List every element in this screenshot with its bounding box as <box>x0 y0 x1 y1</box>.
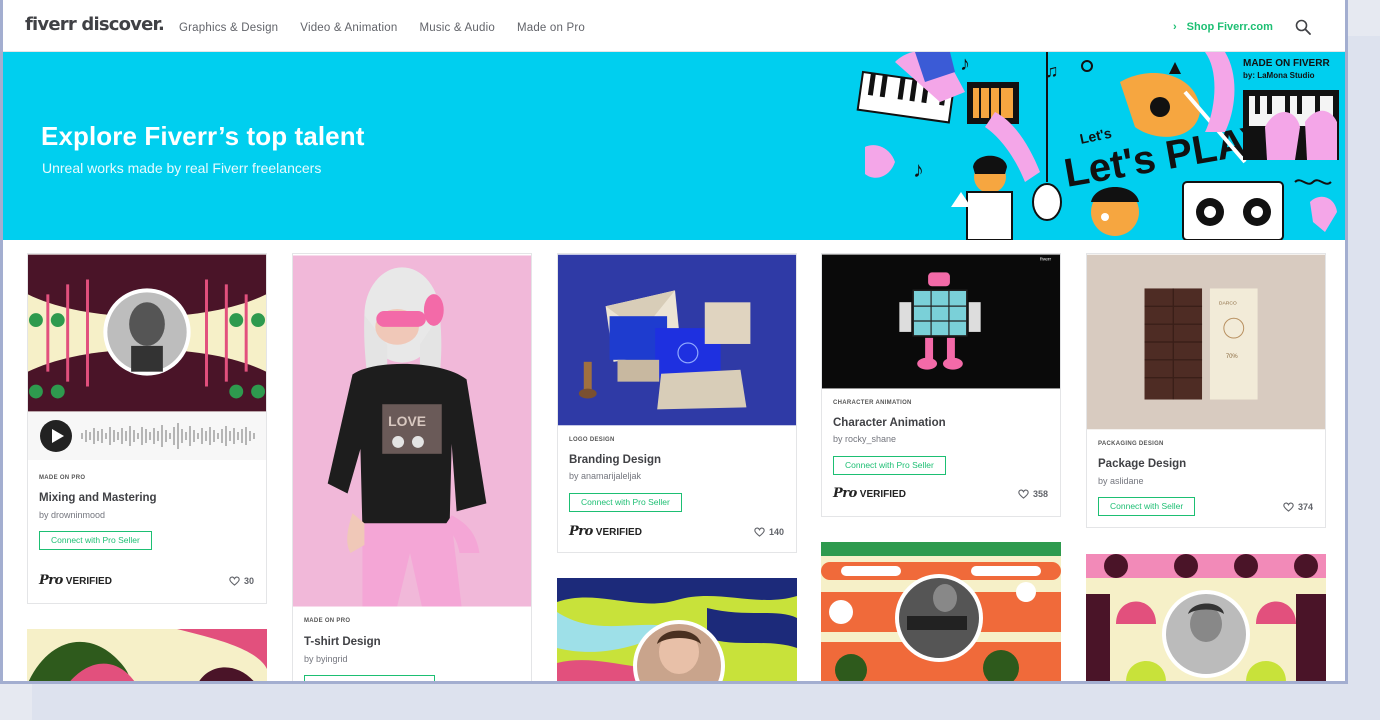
svg-text:LOVE: LOVE <box>388 413 426 429</box>
project-card-mixing[interactable]: MADE ON PRO Mixing and Mastering by drow… <box>27 253 267 604</box>
verified-label: VERIFIED <box>65 576 112 587</box>
card-thumbnail[interactable]: fiverr <box>822 254 1060 389</box>
hero-title: Explore Fiverr’s top talent <box>41 121 365 151</box>
pro-verified-badge: Pro VERIFIED <box>39 573 112 588</box>
heart-icon <box>229 576 240 586</box>
svg-text:fiverr: fiverr <box>1040 257 1051 263</box>
project-card-character-animation[interactable]: fiverr CHARACTER ANIMATION Character Ani… <box>821 253 1061 517</box>
likes-count[interactable]: 374 <box>1283 502 1313 512</box>
badge-subtitle: by: LaMona Studio <box>1243 71 1315 80</box>
waveform[interactable] <box>80 421 260 451</box>
site-header: fiverr discover. Graphics & Design Video… <box>3 0 1345 52</box>
likes-count[interactable]: 358 <box>1018 489 1048 499</box>
heart-icon <box>1018 489 1029 499</box>
svg-text:♪: ♪ <box>960 53 970 75</box>
card-category: PACKAGING DESIGN <box>1098 441 1164 447</box>
pro-verified-badge: Pro VERIFIED <box>833 486 906 501</box>
project-card-branding[interactable]: LOGO DESIGN Branding Design by anamarija… <box>557 253 797 553</box>
heart-icon <box>754 527 765 537</box>
verified-label: VERIFIED <box>859 489 906 500</box>
card-category: CHARACTER ANIMATION <box>833 400 912 406</box>
made-on-fiverr-badge: MADE ON FIVERR by: LaMona Studio <box>1243 58 1330 82</box>
card-author[interactable]: by aslidane <box>1098 476 1144 486</box>
nav-graphics-design[interactable]: Graphics & Design <box>179 22 278 34</box>
likes-count[interactable]: 30 <box>229 576 254 586</box>
card-author[interactable]: by drowninmood <box>39 510 105 520</box>
connect-pro-seller-button[interactable] <box>304 675 435 681</box>
svg-text:DARCO: DARCO <box>1219 300 1237 306</box>
search-icon[interactable] <box>1295 19 1311 35</box>
main-nav: Graphics & Design Video & Animation Musi… <box>179 22 585 34</box>
card-title[interactable]: Character Animation <box>833 417 946 429</box>
project-card-thumbnail-cropped[interactable] <box>1086 554 1326 681</box>
likes-count[interactable]: 140 <box>754 527 784 537</box>
card-thumbnail[interactable] <box>558 254 796 426</box>
likes-value: 374 <box>1297 502 1313 512</box>
page-backdrop-right <box>1348 36 1380 684</box>
likes-value: 140 <box>768 527 784 537</box>
shop-fiverr-label: Shop Fiverr.com <box>1186 21 1273 33</box>
nav-music-audio[interactable]: Music & Audio <box>419 22 494 34</box>
connect-seller-button[interactable]: Connect with Seller <box>1098 497 1196 516</box>
shop-fiverr-link[interactable]: › Shop Fiverr.com <box>1173 21 1273 33</box>
chevron-right-icon: › <box>1173 21 1177 33</box>
verified-label: VERIFIED <box>595 527 642 538</box>
play-icon[interactable] <box>40 420 72 452</box>
likes-value: 30 <box>243 576 254 586</box>
connect-pro-seller-button[interactable]: Connect with Pro Seller <box>833 456 946 475</box>
card-thumbnail[interactable] <box>28 254 266 412</box>
hero-banner: Explore Fiverr’s top talent Unreal works… <box>3 52 1345 240</box>
card-category: LOGO DESIGN <box>569 437 615 443</box>
connect-pro-seller-button[interactable]: Connect with Pro Seller <box>569 493 682 512</box>
nav-made-on-pro[interactable]: Made on Pro <box>517 22 585 34</box>
card-author[interactable]: by rocky_shane <box>833 434 896 444</box>
project-card-thumbnail-cropped[interactable] <box>27 629 267 681</box>
page-backdrop-bottom <box>32 684 1380 720</box>
pro-mark: Pro <box>833 486 857 501</box>
pro-mark: Pro <box>569 524 593 539</box>
card-thumbnail[interactable]: DARCO 70% <box>1087 254 1325 430</box>
card-author[interactable]: by byingrid <box>304 654 348 664</box>
card-title[interactable]: Mixing and Mastering <box>39 492 157 504</box>
svg-text:70%: 70% <box>1226 354 1239 360</box>
card-title[interactable]: Branding Design <box>569 454 661 466</box>
browser-frame: fiverr discover. Graphics & Design Video… <box>0 0 1348 684</box>
card-thumbnail[interactable]: LOVE <box>293 254 531 608</box>
audio-player <box>28 412 266 460</box>
page-viewport: fiverr discover. Graphics & Design Video… <box>3 0 1345 681</box>
badge-title: MADE ON FIVERR <box>1243 58 1330 69</box>
hero-subtitle: Unreal works made by real Fiverr freelan… <box>42 160 322 176</box>
card-category: MADE ON PRO <box>304 618 351 624</box>
svg-text:♪: ♪ <box>913 157 924 182</box>
heart-icon <box>1283 502 1294 512</box>
project-card-thumbnail-cropped[interactable] <box>557 578 797 681</box>
fiverr-discover-logo[interactable]: fiverr discover. <box>25 14 165 35</box>
card-title[interactable]: Package Design <box>1098 458 1186 470</box>
connect-pro-seller-button[interactable]: Connect with Pro Seller <box>39 531 152 550</box>
nav-video-animation[interactable]: Video & Animation <box>300 22 397 34</box>
project-card-thumbnail-cropped[interactable] <box>821 542 1061 681</box>
project-card-tshirt[interactable]: LOVE MADE ON PRO T-shirt Design by bying… <box>292 253 532 681</box>
card-author[interactable]: by anamarijaleljak <box>569 471 641 481</box>
project-card-package[interactable]: DARCO 70% PACKAGING DESIGN Package Desig… <box>1086 253 1326 528</box>
pro-mark: Pro <box>39 573 63 588</box>
card-category: MADE ON PRO <box>39 475 86 481</box>
card-title[interactable]: T-shirt Design <box>304 636 381 648</box>
likes-value: 358 <box>1032 489 1048 499</box>
pro-verified-badge: Pro VERIFIED <box>569 524 642 539</box>
